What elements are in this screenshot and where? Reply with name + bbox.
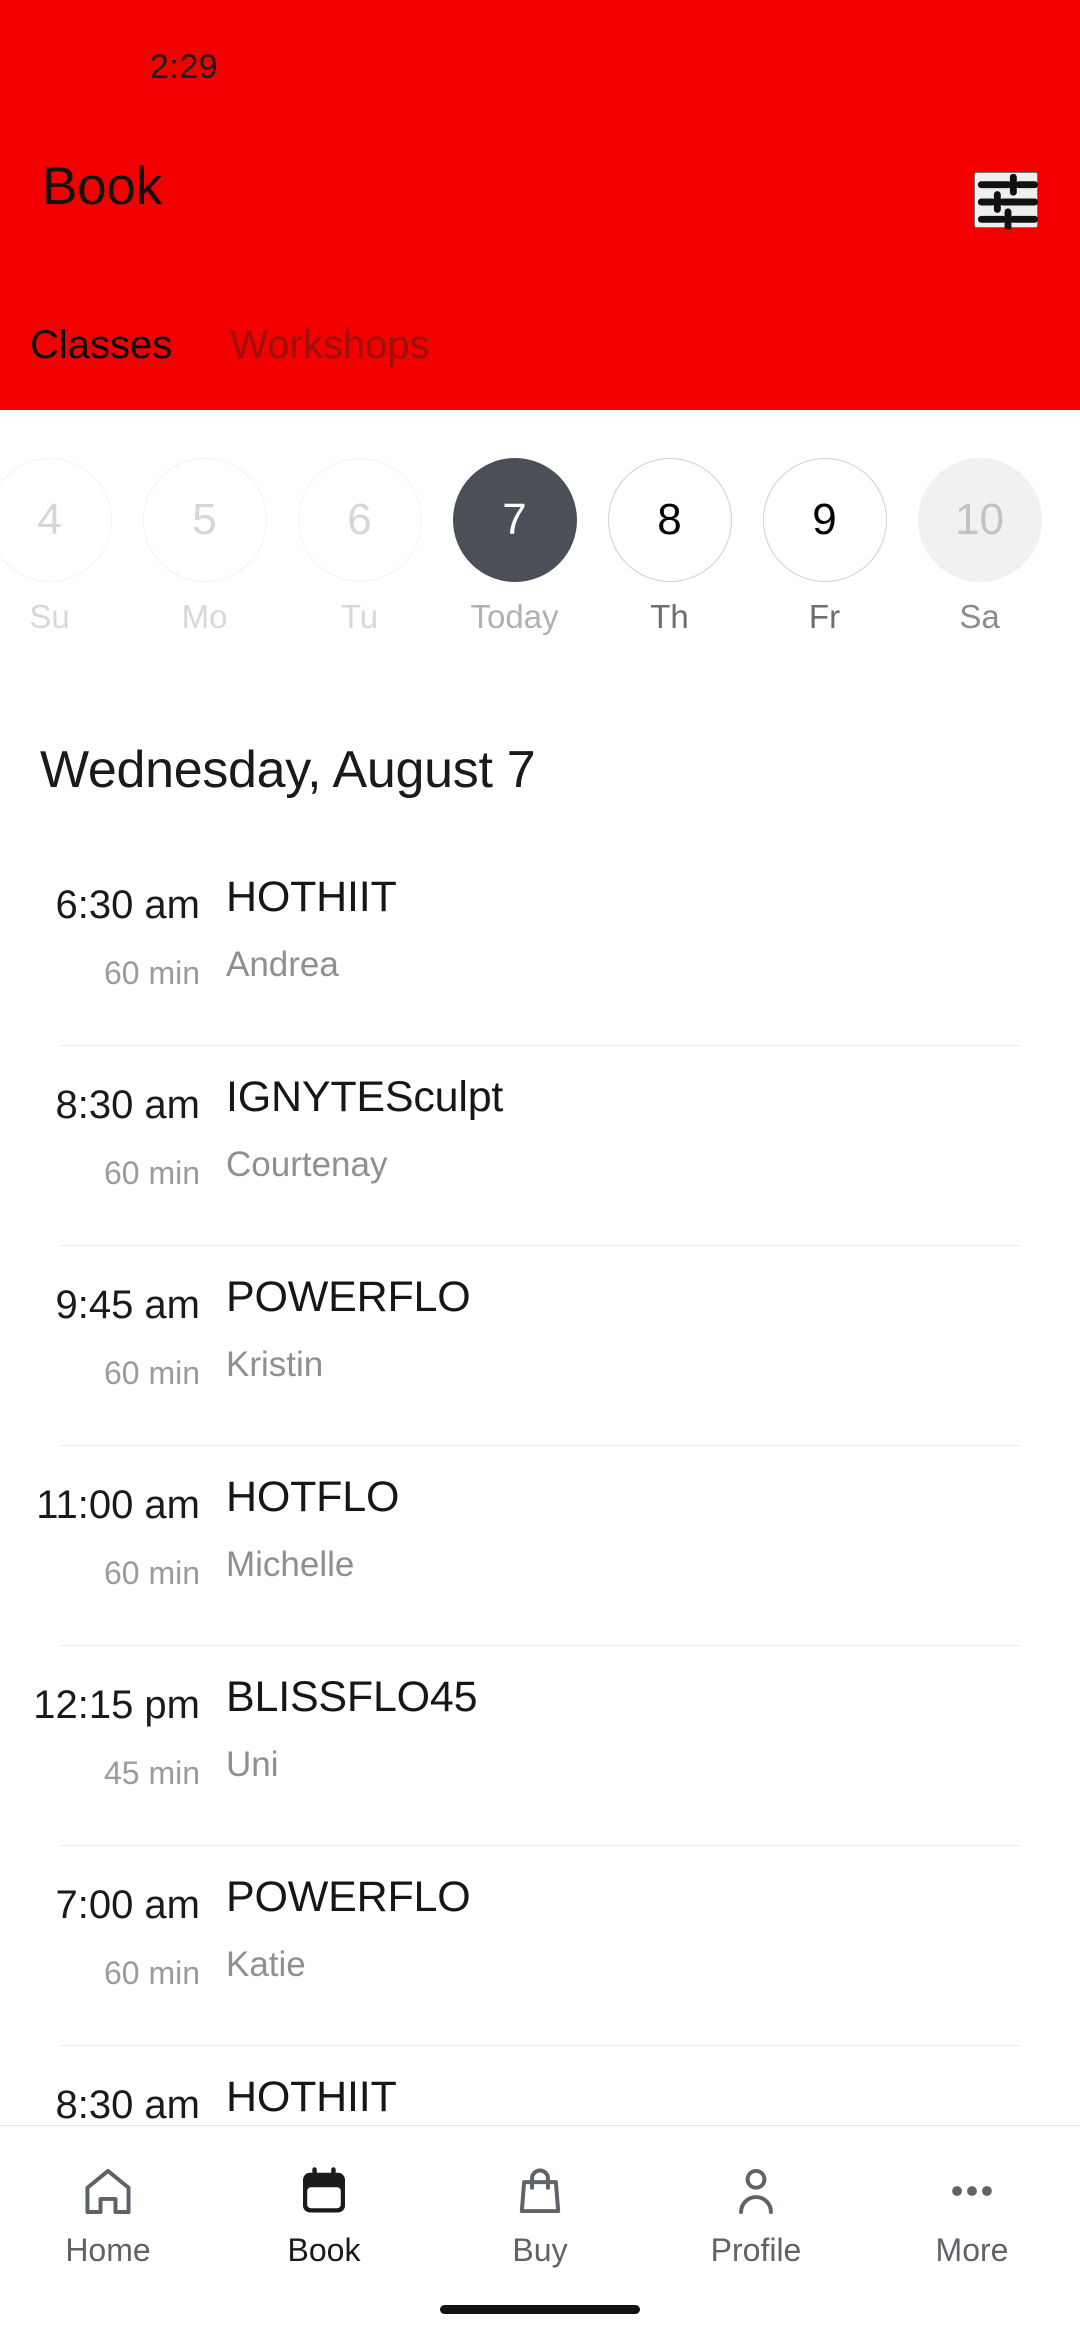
date-weekday-label: Th	[650, 598, 689, 635]
class-start-time: 11:00 am	[36, 1483, 200, 1527]
date-cell-5: 5 Mo	[127, 440, 282, 670]
row-divider	[60, 1245, 1020, 1246]
home-icon	[80, 2160, 136, 2222]
class-schedule-list[interactable]: 6:30 am 60 min HOTHIIT Andrea 8:30 am 60 min I…	[0, 845, 1080, 2125]
class-row[interactable]: 11:00 am 60 min HOTFLO Michelle	[0, 1445, 1080, 1645]
status-bar: 2:29	[0, 48, 1080, 96]
class-instructor: Katie	[226, 1945, 306, 1984]
bag-icon	[512, 2160, 568, 2222]
tab-workshops[interactable]: Workshops	[230, 322, 429, 368]
date-cell-4: 4 Su	[0, 440, 127, 670]
class-name: HOTHIIT	[226, 2073, 397, 2121]
status-bar-clock: 2:29	[150, 48, 219, 86]
page-title: Book	[42, 157, 163, 216]
app-header: 2:29 Book Classes Workshops	[0, 0, 1080, 410]
class-name: HOTHIIT	[226, 873, 397, 921]
nav-item-label: Book	[287, 2232, 361, 2268]
nav-item-label: More	[935, 2232, 1009, 2268]
class-duration: 45 min	[103, 1755, 200, 1791]
row-divider	[60, 1845, 1020, 1846]
nav-item-label: Home	[65, 2232, 151, 2268]
class-duration: 60 min	[103, 1955, 200, 1991]
date-weekday-label: Sa	[959, 598, 1000, 635]
class-duration: 60 min	[103, 1155, 200, 1191]
date-number: 4	[0, 458, 112, 582]
date-cell-10: 10 Sa	[902, 440, 1057, 670]
person-icon	[728, 2160, 784, 2222]
class-row[interactable]: 7:00 am 60 min POWERFLO Katie	[0, 1845, 1080, 2045]
date-number: 9	[762, 458, 887, 582]
row-divider	[60, 1045, 1020, 1046]
class-instructor: Courtenay	[226, 1145, 388, 1184]
app-screen: 2:29 Book Classes Workshops 4 Su 5 Mo 6 …	[0, 0, 1080, 2340]
class-duration: 60 min	[103, 1555, 200, 1591]
nav-item-profile[interactable]: Profile	[648, 2126, 864, 2269]
selected-day-heading: Wednesday, August 7	[40, 741, 536, 799]
date-number: 6	[297, 458, 422, 582]
date-cell-9[interactable]: 9 Fr	[747, 440, 902, 670]
class-instructor: Uni	[226, 1745, 279, 1784]
row-divider	[60, 1445, 1020, 1446]
class-duration: 60 min	[103, 955, 200, 991]
class-row[interactable]: 8:30 am 60 min IGNYTESculpt Courtenay	[0, 1045, 1080, 1245]
date-cell-8[interactable]: 8 Th	[592, 440, 747, 670]
class-row[interactable]: 12:15 pm 45 min BLISSFLO45 Uni	[0, 1645, 1080, 1845]
ellipsis-icon	[944, 2160, 1000, 2222]
tune-icon	[977, 173, 1039, 231]
class-start-time: 12:15 pm	[33, 1683, 200, 1727]
date-weekday-label: Mo	[181, 598, 228, 635]
date-weekday-label: Su	[29, 598, 70, 635]
nav-item-more[interactable]: More	[864, 2126, 1080, 2269]
class-start-time: 6:30 am	[55, 883, 200, 927]
class-duration: 60 min	[103, 1355, 200, 1391]
class-start-time: 9:45 am	[55, 1283, 200, 1327]
nav-item-label: Profile	[710, 2232, 802, 2268]
class-row[interactable]: 8:30 am HOTHIIT	[0, 2045, 1080, 2125]
header-tabs: Classes Workshops	[0, 322, 1080, 382]
class-start-time: 8:30 am	[55, 2083, 200, 2125]
date-number: 10	[917, 458, 1042, 582]
class-row[interactable]: 9:45 am 60 min POWERFLO Kristin	[0, 1245, 1080, 1445]
class-instructor: Kristin	[226, 1345, 324, 1384]
filter-button[interactable]	[974, 172, 1039, 231]
nav-item-buy[interactable]: Buy	[432, 2126, 648, 2269]
date-cell-7[interactable]: 7 Today	[437, 440, 592, 670]
date-number: 5	[142, 458, 267, 582]
date-cell-6: 6 Tu	[282, 440, 437, 670]
class-instructor: Michelle	[226, 1545, 355, 1584]
home-indicator	[440, 2305, 640, 2314]
class-name: POWERFLO	[226, 1273, 471, 1321]
class-name: BLISSFLO45	[226, 1673, 478, 1721]
class-instructor: Andrea	[226, 945, 339, 984]
nav-item-book[interactable]: Book	[216, 2126, 432, 2269]
date-number: 7	[452, 458, 577, 582]
class-name: HOTFLO	[226, 1473, 400, 1521]
class-name: IGNYTESculpt	[226, 1073, 504, 1121]
date-weekday-label: Tu	[340, 598, 379, 635]
date-number: 8	[607, 458, 732, 582]
date-selector[interactable]: 4 Su 5 Mo 6 Tu 7 Today 8 Th 9 Fr 10 Sa	[0, 440, 1080, 670]
class-start-time: 8:30 am	[55, 1083, 200, 1127]
nav-item-home[interactable]: Home	[0, 2126, 216, 2269]
class-name: POWERFLO	[226, 1873, 471, 1921]
row-divider	[60, 1645, 1020, 1646]
class-row[interactable]: 6:30 am 60 min HOTHIIT Andrea	[0, 845, 1080, 1045]
class-start-time: 7:00 am	[55, 1883, 200, 1927]
date-weekday-label: Today	[470, 598, 559, 635]
tab-classes[interactable]: Classes	[30, 322, 172, 368]
row-divider	[60, 2045, 1020, 2046]
date-weekday-label: Fr	[808, 598, 841, 635]
app-bar: Book	[0, 157, 1080, 260]
nav-item-label: Buy	[512, 2232, 568, 2268]
calendar-icon	[296, 2160, 352, 2222]
